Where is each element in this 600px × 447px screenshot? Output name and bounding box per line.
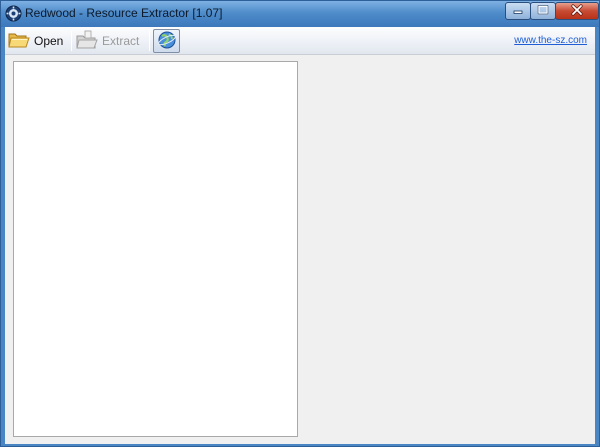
- app-window: Redwood - Resource Extractor [1.07] Open…: [0, 0, 600, 447]
- resource-tree-panel[interactable]: [13, 61, 298, 437]
- minimize-button[interactable]: [505, 2, 531, 20]
- website-button[interactable]: [153, 29, 180, 53]
- extract-folder-icon: [76, 30, 98, 53]
- gear-icon[interactable]: [5, 5, 22, 22]
- website-link[interactable]: www.the-sz.com: [514, 35, 587, 46]
- extract-label: Extract: [102, 34, 140, 48]
- window-title: Redwood - Resource Extractor [1.07]: [25, 6, 223, 20]
- globe-icon: [157, 30, 177, 53]
- extract-button[interactable]: Extract: [76, 29, 146, 53]
- open-label: Open: [34, 34, 64, 48]
- toolbar-separator: [71, 31, 72, 51]
- minimize-icon: [512, 4, 524, 18]
- client-area: Open Extract www.the-sz.com: [5, 27, 595, 444]
- close-button[interactable]: [555, 2, 599, 20]
- status-bar: [5, 439, 595, 444]
- folder-open-icon: [8, 30, 30, 53]
- toolbar: Open Extract www.the-sz.com: [5, 27, 595, 55]
- title-bar[interactable]: Redwood - Resource Extractor [1.07]: [1, 1, 599, 27]
- close-icon: [570, 3, 584, 19]
- toolbar-separator: [149, 31, 150, 51]
- preview-area: [301, 61, 591, 437]
- maximize-button[interactable]: [530, 2, 556, 20]
- open-button[interactable]: Open: [8, 29, 68, 53]
- maximize-icon: [537, 4, 549, 18]
